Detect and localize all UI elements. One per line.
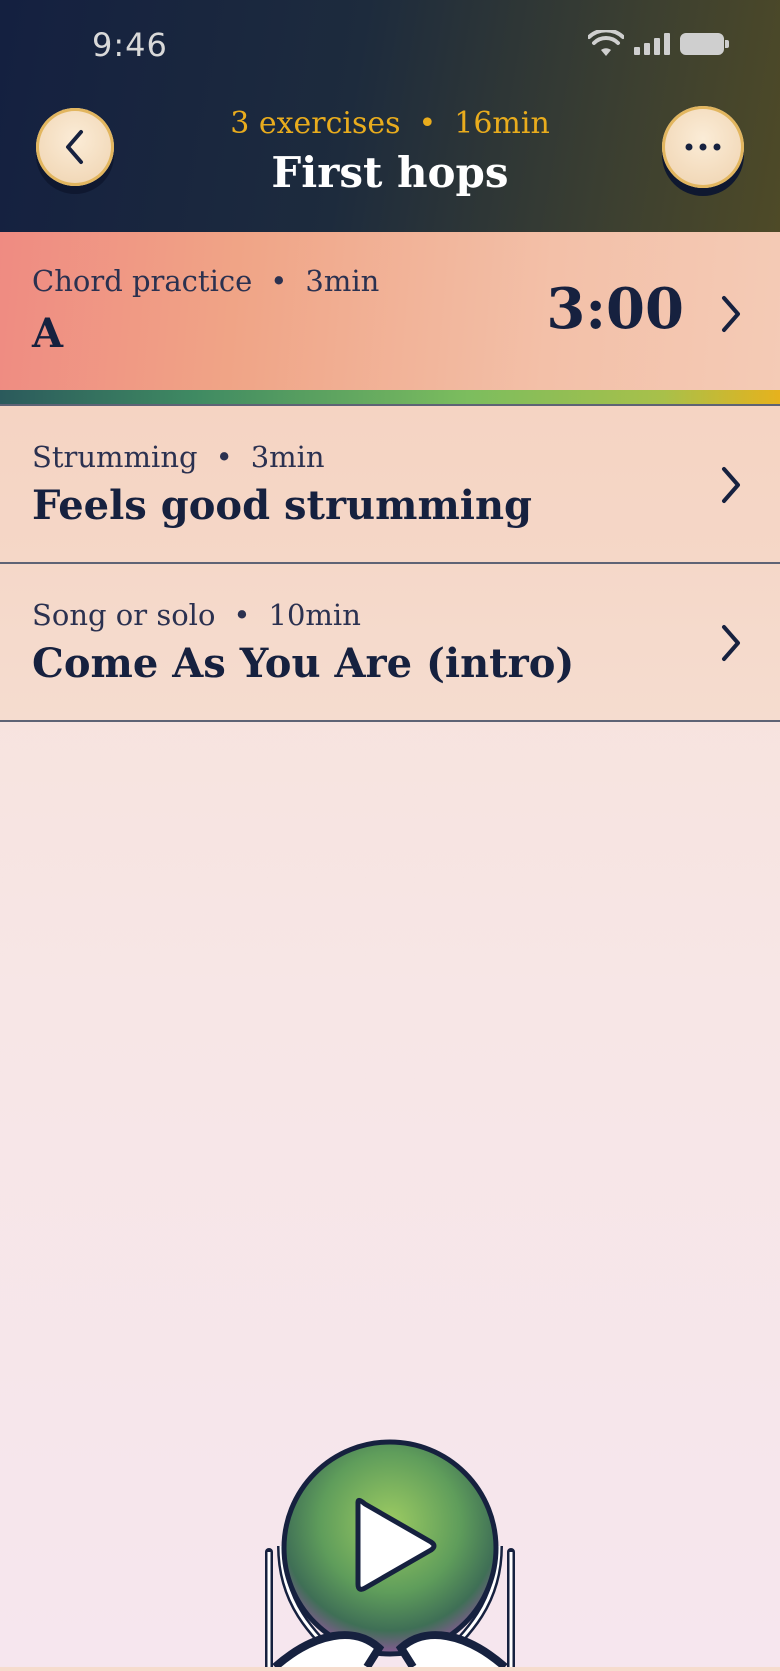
exercise-duration: 3min [250,440,325,474]
play-icon [265,1439,515,1671]
chevron-right-icon [722,625,740,661]
exercise-name: Come As You Are (intro) [32,640,575,687]
exercise-category: Chord practice [32,264,253,298]
exercise-row[interactable]: Song or solo • 10min Come As You Are (intr… [0,564,780,722]
play-button[interactable] [255,1436,525,1671]
exercise-name: Feels good strumming [32,482,533,529]
battery-icon [680,33,729,55]
total-duration: 16min [454,106,550,141]
separator-dot: • [270,264,288,298]
header: 9:46 3 exercises • 16min First hops [0,0,780,232]
more-dots-icon [685,143,721,151]
exercise-meta: Song or solo • 10min [32,598,361,632]
exercise-category: Song or solo [32,598,216,632]
chevron-right-icon [722,296,740,332]
exercise-timer: 3:00 [546,276,684,342]
separator-dot: • [233,598,251,632]
more-button[interactable] [662,106,744,188]
signal-icon [634,33,670,55]
separator-dot: • [215,440,233,474]
exercise-meta: Chord practice • 3min [32,264,379,298]
separator-dot: • [418,106,437,141]
exercise-count: 3 exercises [230,106,401,141]
status-time: 9:46 [92,26,168,64]
status-icons [588,30,729,58]
exercise-meta: Strumming • 3min [32,440,325,474]
chevron-right-icon [722,467,740,503]
exercise-row-active[interactable]: Chord practice • 3min A 3:00 [0,232,780,406]
wifi-icon [588,30,624,56]
exercise-category: Strumming [32,440,198,474]
exercise-name: A [32,310,64,357]
progress-bar [0,390,780,406]
exercise-duration: 10min [268,598,361,632]
exercise-row[interactable]: Strumming • 3min Feels good strumming [0,406,780,564]
exercise-duration: 3min [305,264,380,298]
